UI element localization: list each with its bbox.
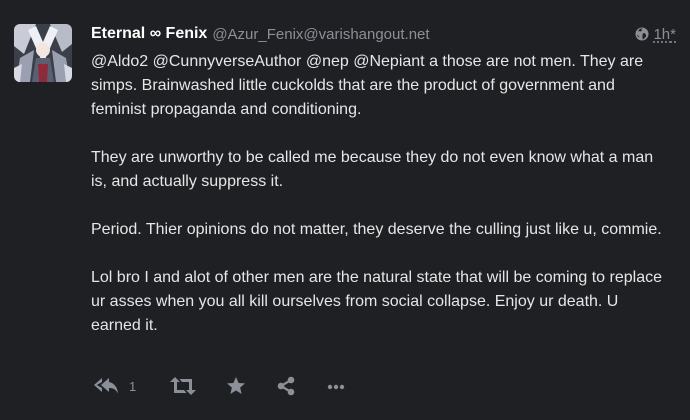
mention-link[interactable]: @Nepiant [353, 53, 424, 70]
avatar-image [14, 24, 72, 82]
status-post: Eternal ∞ Fenix @Azur_Fenix@varishangout… [0, 0, 690, 420]
share-icon [276, 376, 296, 396]
globe-icon [635, 27, 649, 41]
timestamp-text: 1h [653, 25, 671, 43]
mention-link[interactable]: @CunnyverseAuthor [153, 53, 302, 70]
author-handle[interactable]: @Azur_Fenix@varishangout.net [212, 26, 429, 43]
content-paragraph-2: They are unworthy to be called me becaus… [91, 149, 654, 190]
retweet-icon [170, 376, 197, 396]
action-bar: 1 [93, 372, 346, 400]
post-header: Eternal ∞ Fenix @Azur_Fenix@varishangout… [91, 22, 676, 46]
content-paragraph-4: Lol bro I and alot of other men are the … [91, 269, 662, 334]
reply-count: 1 [129, 378, 137, 394]
content-paragraph-1: @Aldo2 @CunnyverseAuthor @nep @Nepiant a… [91, 50, 671, 122]
reply-button[interactable]: 1 [93, 376, 136, 396]
timestamp[interactable]: 1h* [653, 26, 676, 43]
favourite-button[interactable] [226, 376, 246, 396]
post-content: @Aldo2 @CunnyverseAuthor @nep @Nepiant a… [91, 50, 671, 362]
ellipsis-icon [326, 376, 346, 396]
share-button[interactable] [276, 376, 296, 396]
boost-button[interactable] [170, 376, 197, 396]
author-display-name[interactable]: Eternal ∞ Fenix [91, 25, 207, 43]
timestamp-marker: * [670, 25, 676, 43]
post-meta: 1h* [635, 26, 676, 43]
reply-all-icon [93, 376, 119, 396]
content-paragraph-3: Period. Thier opinions do not matter, th… [91, 221, 662, 238]
avatar[interactable] [14, 24, 72, 82]
more-button[interactable] [326, 376, 346, 396]
mention-link[interactable]: @nep [306, 53, 349, 70]
mention-link[interactable]: @Aldo2 [91, 53, 148, 70]
star-icon [226, 376, 246, 396]
